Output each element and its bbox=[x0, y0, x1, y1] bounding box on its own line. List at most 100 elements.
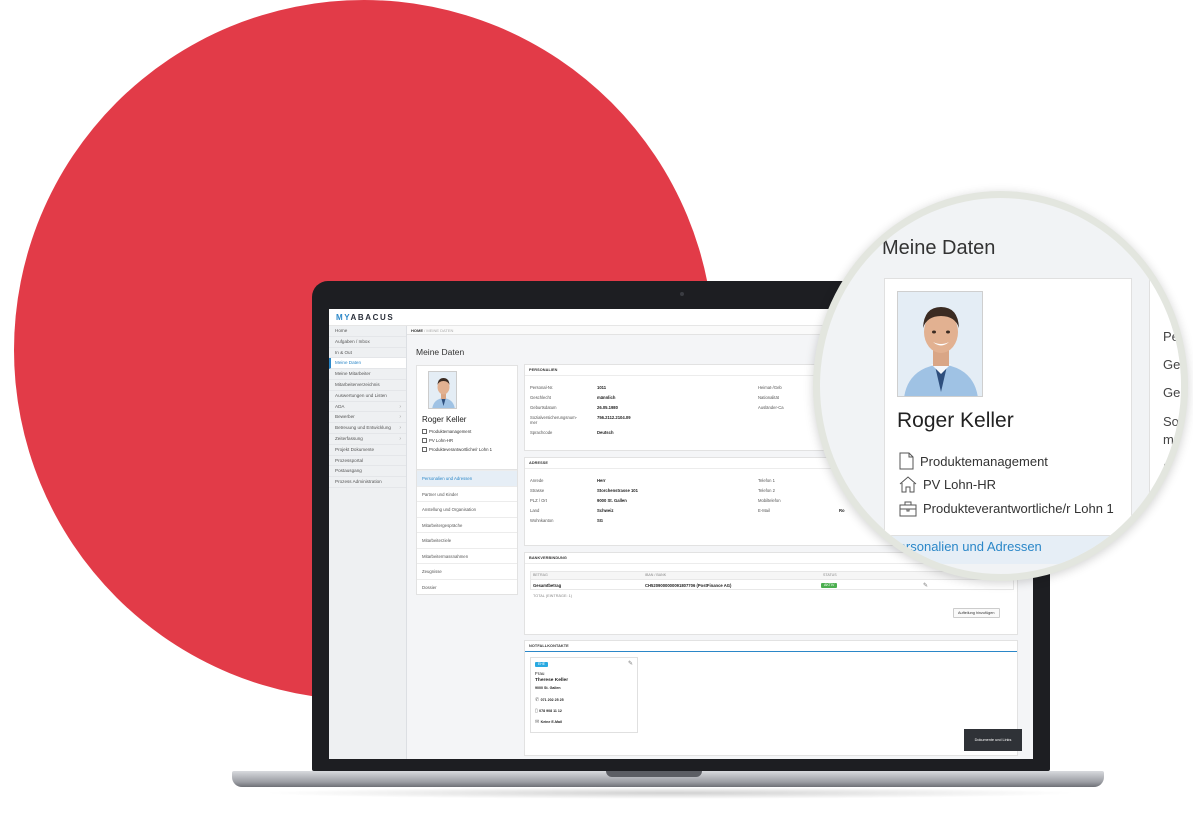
field-value: 9000 St. Gallen bbox=[597, 498, 627, 503]
profile-card: Roger Keller Produktemanagement PV Lohn-… bbox=[416, 365, 518, 470]
telefon2-label: Telefon 2 bbox=[758, 488, 775, 493]
table-row[interactable] bbox=[530, 580, 1014, 590]
profile-tab[interactable]: Mitarbeitergespräche bbox=[417, 516, 517, 533]
profile-role: Produkteverantwortliche/r Lohn 1 bbox=[422, 447, 492, 452]
sidebar-item-label: In & Out bbox=[335, 349, 352, 355]
zoom-avatar bbox=[897, 291, 983, 397]
zoom-profile-name: Roger Keller bbox=[897, 409, 1014, 432]
sidebar-item[interactable]: Mitarbeiterverzeichnis bbox=[329, 380, 406, 391]
zoom-content: Meine Daten Roger Keller Produktemanagem… bbox=[820, 198, 1187, 574]
profile-tab[interactable]: Mitarbeitermassnahmen bbox=[417, 547, 517, 564]
notfallkontakte-section: NOTFALLKONTAKTE EHE ✎ Frau Therese Kelle… bbox=[524, 640, 1018, 756]
home-icon bbox=[899, 476, 917, 493]
sidebar-item-label: Prozessportal bbox=[335, 457, 364, 463]
zoom-page-title: Meine Daten bbox=[882, 237, 996, 259]
profile-tabs: Personalien und Adressen Partner und Kind… bbox=[416, 470, 518, 595]
field-value: 26.05.1980 bbox=[597, 405, 618, 410]
avatar bbox=[428, 371, 457, 409]
sidebar-item-label: Meine Daten bbox=[335, 360, 362, 366]
sidebar-item-label: Aufgaben / Inbox bbox=[335, 338, 370, 344]
email-label: E-Mail bbox=[758, 508, 770, 513]
profile-department: Produktemanagement bbox=[422, 429, 471, 434]
row-iban: CH5209000000091807706 (PostFinance AG) bbox=[645, 583, 732, 588]
zoom-side-label-2: Ges bbox=[1163, 357, 1187, 372]
zoom-side-label-4: Soz bbox=[1163, 414, 1186, 429]
contact-name: Therese Keller bbox=[535, 678, 569, 683]
profile-tab[interactable]: Mitarbeiterziele bbox=[417, 532, 517, 548]
sidebar-item[interactable]: Projekt Dokumente bbox=[329, 445, 406, 456]
profile-name: Roger Keller bbox=[422, 415, 467, 424]
sidebar-item-label: Bewerber bbox=[335, 414, 355, 420]
sidebar-item-label: Home bbox=[335, 328, 348, 333]
sidebar-item[interactable]: Auswertungen und Listen bbox=[329, 391, 406, 402]
documents-links-button[interactable]: Dokumente und Links bbox=[964, 729, 1022, 751]
profile-tab[interactable]: Partner und Kinder bbox=[417, 485, 517, 502]
briefcase-icon bbox=[899, 501, 917, 517]
edit-contact-pencil-icon[interactable]: ✎ bbox=[628, 660, 633, 667]
field-label: Geburtsdatum bbox=[530, 405, 557, 410]
sidebar-item[interactable]: Home bbox=[329, 326, 406, 337]
zoom-magnifier: Meine Daten Roger Keller Produktemanagem… bbox=[813, 191, 1188, 581]
marketing-stage: MYABACUS Home Aufgaben / Inbox In & Out Mei… bbox=[0, 0, 1193, 819]
telefon1-label: Telefon 1 bbox=[758, 478, 775, 483]
row-betrag: Gesamtbetrag bbox=[533, 583, 562, 588]
contact-mobile[interactable]: ▯ 078 908 11 12 bbox=[535, 708, 562, 714]
sidebar-item[interactable]: Prozessportal bbox=[329, 456, 406, 467]
zoom-side-label-1: Pe bbox=[1163, 329, 1179, 344]
profile-tab[interactable]: Personalien und Adressen bbox=[417, 470, 517, 486]
contact-phone[interactable]: ✆ 071 202 25 25 bbox=[535, 697, 564, 703]
field-value: 1011 bbox=[597, 385, 607, 390]
briefcase-icon bbox=[422, 447, 427, 452]
field-label: Strasse bbox=[530, 488, 545, 493]
zoom-group: PV Lohn-HR bbox=[899, 476, 996, 493]
field-value: Schweiz bbox=[597, 508, 614, 513]
sidebar-item[interactable]: Meine Mitarbeiter bbox=[329, 369, 406, 380]
chevron-right-icon: › bbox=[399, 425, 401, 432]
sidebar-item[interactable]: Postausgang bbox=[329, 466, 406, 478]
zoom-detail-card bbox=[1149, 278, 1181, 536]
status-badge: AKTIV bbox=[821, 582, 838, 588]
breadcrumb-home[interactable]: HOME bbox=[411, 328, 423, 333]
field-value: Deutsch bbox=[597, 430, 614, 435]
sidebar-item-label: Auswertungen und Listen bbox=[335, 392, 387, 398]
sidebar-item[interactable]: Prozess Administration bbox=[329, 477, 406, 488]
sidebar-item-label: Betreuung und Entwicklung bbox=[335, 425, 391, 431]
field-label: Anrede bbox=[530, 478, 544, 483]
profile-tab[interactable]: Zeugnisse bbox=[417, 563, 517, 579]
zoom-tab-personalien[interactable]: Personalien und Adressen bbox=[890, 539, 1042, 554]
sidebar: Home Aufgaben / Inbox In & Out Meine Daten M… bbox=[329, 326, 407, 759]
sidebar-item[interactable]: Bewerber › bbox=[329, 412, 406, 424]
page-title: Meine Daten bbox=[416, 347, 465, 357]
sidebar-item[interactable]: Betreuung und Entwicklung › bbox=[329, 423, 406, 434]
sidebar-item[interactable]: Zeiterfassung › bbox=[329, 434, 406, 445]
auslaender-label: Ausländer-Ca bbox=[758, 405, 784, 410]
document-icon bbox=[899, 452, 914, 470]
sidebar-item-label: ADA bbox=[335, 403, 345, 409]
sidebar-item[interactable]: ADA › bbox=[329, 402, 406, 413]
sidebar-item[interactable]: Meine Daten bbox=[329, 358, 406, 370]
sidebar-item-label: Postausgang bbox=[335, 468, 362, 474]
contact-email[interactable]: ✉ Keine E-Mail bbox=[535, 719, 562, 725]
zoom-side-label-5: me bbox=[1163, 432, 1182, 447]
app-logo[interactable]: MYABACUS bbox=[336, 313, 394, 322]
col-iban: IBAN / BANK bbox=[645, 573, 667, 577]
profile-tab[interactable]: Anstellung und Organisation bbox=[417, 501, 517, 517]
mobiltelefon-label: Mobiltelefon bbox=[758, 498, 781, 503]
add-split-button[interactable]: Aufteilung hinzufügen bbox=[953, 608, 1000, 618]
field-label: Wohnkanton bbox=[530, 518, 554, 523]
zoom-department: Produktemanagement bbox=[899, 452, 1048, 470]
sidebar-item-label: Prozess Administration bbox=[335, 479, 382, 485]
field-value: Herr bbox=[597, 478, 606, 483]
sidebar-item-label: Mitarbeiterverzeichnis bbox=[335, 381, 380, 387]
chevron-right-icon: › bbox=[399, 435, 401, 442]
field-value: 756.2112.2104.09 bbox=[597, 415, 631, 420]
edit-pencil-icon[interactable]: ✎ bbox=[923, 582, 928, 589]
laptop-shadow bbox=[260, 787, 1080, 799]
field-label: Sprachcode bbox=[530, 430, 553, 435]
sidebar-item[interactable]: In & Out bbox=[329, 348, 406, 359]
field-value: Storchenstrasse 101 bbox=[597, 488, 638, 493]
home-icon bbox=[422, 438, 427, 443]
profile-tab[interactable]: Dossier bbox=[417, 578, 517, 595]
sidebar-item[interactable]: Aufgaben / Inbox bbox=[329, 337, 406, 348]
relation-badge: EHE bbox=[535, 661, 548, 667]
